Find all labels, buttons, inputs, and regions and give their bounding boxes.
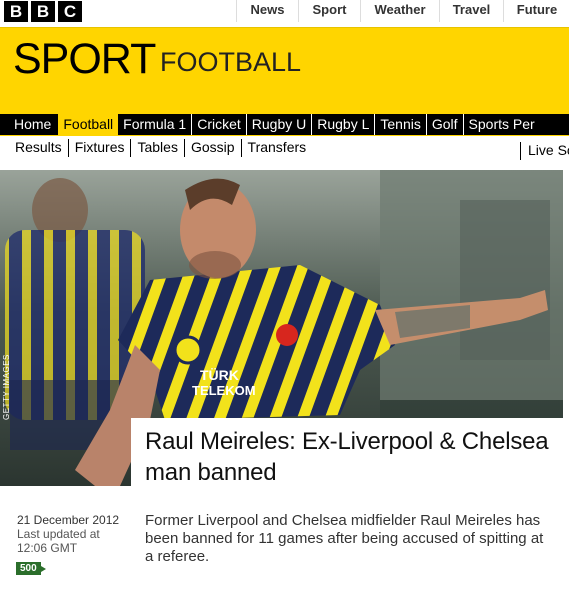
main-nav-golf[interactable]: Golf	[425, 114, 463, 135]
main-nav-home[interactable]: Home	[0, 114, 58, 135]
sub-nav-results[interactable]: Results	[0, 139, 68, 157]
main-nav-sports-personality[interactable]: Sports Per	[462, 114, 540, 135]
photo-credit: GETTY IMAGES	[2, 354, 11, 420]
sub-nav-gossip[interactable]: Gossip	[183, 139, 241, 157]
top-nav: News Sport Weather Travel Future	[236, 0, 569, 27]
main-nav: Home Football Formula 1 Cricket Rugby U …	[0, 114, 569, 135]
sub-nav-live-scores[interactable]: Live Sc	[520, 142, 569, 160]
article-headline[interactable]: Raul Meireles: Ex-Liverpool & Chelsea ma…	[145, 426, 565, 488]
main-nav-rugby-union[interactable]: Rugby U	[245, 114, 311, 135]
main-nav-football[interactable]: Football	[58, 114, 119, 135]
top-nav-sport[interactable]: Sport	[298, 0, 360, 22]
shirt-sponsor-line1: TÜRK	[200, 367, 239, 383]
main-nav-cricket[interactable]: Cricket	[191, 114, 246, 135]
bbc-logo-letter: C	[58, 1, 82, 22]
article-meta: 21 December 2012 Last updated at 12:06 G…	[17, 513, 137, 555]
shirt-sponsor-line2: TELEKOM	[192, 383, 256, 398]
section-title[interactable]: FOOTBALL	[160, 47, 301, 78]
headline-box: Raul Meireles: Ex-Liverpool & Chelsea ma…	[131, 418, 569, 494]
last-updated-time: 12:06 GMT	[17, 541, 78, 555]
share-count-badge[interactable]: 500	[16, 562, 46, 575]
top-nav-news[interactable]: News	[236, 0, 298, 22]
sport-title[interactable]: SPORT	[13, 35, 156, 84]
sub-nav-fixtures[interactable]: Fixtures	[67, 139, 131, 157]
last-updated-label: Last updated at	[17, 527, 100, 541]
top-nav-future[interactable]: Future	[503, 0, 569, 22]
top-nav-weather[interactable]: Weather	[360, 0, 439, 22]
bbc-logo-letter: B	[4, 1, 28, 22]
bbc-logo-letter: B	[31, 1, 55, 22]
top-nav-travel[interactable]: Travel	[439, 0, 503, 22]
bbc-logo[interactable]: B B C	[4, 1, 82, 22]
sub-nav-tables[interactable]: Tables	[130, 139, 183, 157]
main-nav-tennis[interactable]: Tennis	[374, 114, 425, 135]
sport-header: SPORT FOOTBALL Home Football Formula 1 C…	[0, 27, 569, 160]
article-summary: Former Liverpool and Chelsea midfielder …	[145, 512, 544, 565]
article-date: 21 December 2012	[17, 513, 120, 527]
sub-nav-transfers[interactable]: Transfers	[240, 139, 313, 157]
main-nav-rugby-league[interactable]: Rugby L	[311, 114, 374, 135]
main-nav-formula1[interactable]: Formula 1	[118, 114, 191, 135]
bbc-top-bar: B B C News Sport Weather Travel Future	[0, 0, 569, 27]
sub-nav: Results Fixtures Tables Gossip Transfers…	[0, 136, 569, 161]
